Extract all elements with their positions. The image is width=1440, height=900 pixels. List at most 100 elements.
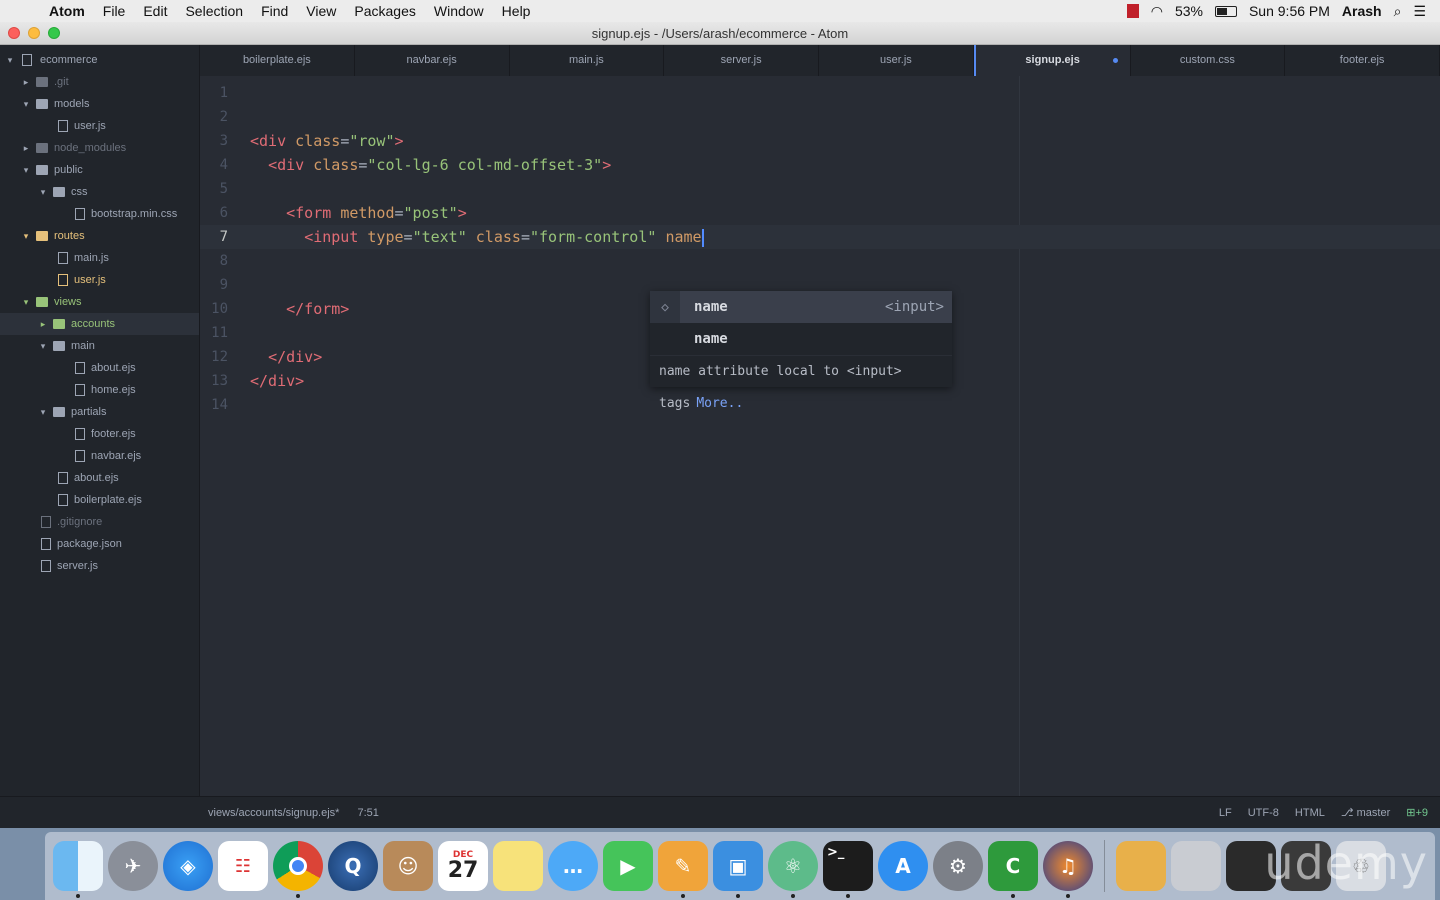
- tab-server-js[interactable]: server.js: [664, 45, 819, 76]
- pages-icon[interactable]: ✎: [658, 841, 708, 898]
- tree-item-navbar-ejs[interactable]: navbar.ejs: [0, 445, 199, 467]
- app-store-icon[interactable]: A: [878, 841, 928, 891]
- messages-icon[interactable]: …: [548, 841, 598, 891]
- menu-file[interactable]: File: [94, 0, 135, 22]
- code-line[interactable]: 4 <div class="col-lg-6 col-md-offset-3">: [200, 153, 1440, 177]
- more-link[interactable]: More..: [696, 396, 743, 411]
- code-line[interactable]: 1: [200, 81, 1440, 105]
- tree-item-node-modules[interactable]: ▸ node_modules: [0, 137, 199, 159]
- modified-indicator-icon[interactable]: [1112, 58, 1118, 63]
- chevron-right-icon[interactable]: ▸: [20, 143, 32, 154]
- code-line-current[interactable]: 7 <input type="text" class="form-control…: [200, 225, 1440, 249]
- menu-view[interactable]: View: [297, 0, 345, 22]
- wifi-icon[interactable]: ◠: [1151, 3, 1163, 20]
- file-path[interactable]: views/accounts/signup.ejs*: [208, 807, 339, 819]
- menu-window[interactable]: Window: [425, 0, 493, 22]
- tree-item-boilerplate-ejs[interactable]: boilerplate.ejs: [0, 489, 199, 511]
- chevron-down-icon[interactable]: ▾: [20, 297, 32, 308]
- user-menu[interactable]: Arash: [1342, 3, 1382, 19]
- tree-item-partials[interactable]: ▾ partials: [0, 401, 199, 423]
- chevron-right-icon[interactable]: ▸: [20, 77, 32, 88]
- tree-item-models-user-js[interactable]: user.js: [0, 115, 199, 137]
- code-line[interactable]: 6 <form method="post">: [200, 201, 1440, 225]
- chevron-down-icon[interactable]: ▾: [37, 341, 49, 352]
- chevron-down-icon[interactable]: ▾: [4, 55, 16, 66]
- autocomplete-suggestion[interactable]: name: [650, 323, 952, 355]
- menu-selection[interactable]: Selection: [176, 0, 252, 22]
- battery-icon[interactable]: [1214, 5, 1237, 17]
- code-line[interactable]: 8: [200, 249, 1440, 273]
- tab-boilerplate-ejs[interactable]: boilerplate.ejs: [200, 45, 355, 76]
- tree-item-accounts[interactable]: ▸ accounts: [0, 313, 199, 335]
- tree-item-main[interactable]: ▾ main: [0, 335, 199, 357]
- menu-packages[interactable]: Packages: [345, 0, 424, 22]
- code-line[interactable]: 5: [200, 177, 1440, 201]
- tree-item-home-ejs[interactable]: home.ejs: [0, 379, 199, 401]
- grammar[interactable]: HTML: [1295, 807, 1325, 819]
- tab-main-js[interactable]: main.js: [510, 45, 665, 76]
- menu-help[interactable]: Help: [493, 0, 540, 22]
- safari-icon[interactable]: ◈: [163, 841, 213, 891]
- chevron-down-icon[interactable]: ▾: [37, 407, 49, 418]
- tree-item-css[interactable]: ▾ css: [0, 181, 199, 203]
- audacity-icon[interactable]: ♫: [1043, 841, 1093, 898]
- facetime-icon[interactable]: ▶: [603, 841, 653, 891]
- app-grid-icon[interactable]: ☷: [218, 841, 268, 891]
- tree-item-gitignore[interactable]: .gitignore: [0, 511, 199, 533]
- encoding[interactable]: UTF-8: [1248, 807, 1279, 819]
- tree-item-views[interactable]: ▾ views: [0, 291, 199, 313]
- finder-icon[interactable]: [53, 841, 103, 898]
- chevron-down-icon[interactable]: ▾: [20, 99, 32, 110]
- tab-user-js[interactable]: user.js: [819, 45, 974, 76]
- close-window-button[interactable]: [8, 27, 20, 39]
- quicktime-icon[interactable]: Q: [328, 841, 378, 891]
- git-branch[interactable]: ⎇ master: [1341, 806, 1390, 819]
- terminal-icon[interactable]: >_: [823, 841, 873, 898]
- menu-find[interactable]: Find: [252, 0, 297, 22]
- atom-icon[interactable]: ⚛: [768, 841, 818, 898]
- code-editor[interactable]: 1 2 3 <div class="row"> 4 <div class="col…: [200, 76, 1440, 796]
- tab-signup-ejs[interactable]: signup.ejs: [973, 45, 1131, 76]
- chrome-icon[interactable]: [273, 841, 323, 898]
- code-line[interactable]: 14: [200, 393, 1440, 417]
- calendar-icon[interactable]: DEC 27: [438, 841, 488, 891]
- system-preferences-icon[interactable]: ⚙: [933, 841, 983, 891]
- stack-folder-icon[interactable]: [1116, 841, 1166, 891]
- autocomplete-suggestion[interactable]: ◇ name <input>: [650, 291, 952, 323]
- tree-root[interactable]: ▾ ecommerce: [0, 49, 199, 71]
- menu-edit[interactable]: Edit: [134, 0, 176, 22]
- chevron-down-icon[interactable]: ▾: [20, 231, 32, 242]
- notes-icon[interactable]: [493, 841, 543, 891]
- git-diff[interactable]: ⊞+9: [1406, 806, 1428, 819]
- launchpad-icon[interactable]: ✈: [108, 841, 158, 891]
- tree-item-routes-main-js[interactable]: main.js: [0, 247, 199, 269]
- spotlight-search-icon[interactable]: ⌕: [1394, 3, 1402, 20]
- zoom-window-button[interactable]: [48, 27, 60, 39]
- keynote-icon[interactable]: ▣: [713, 841, 763, 898]
- chevron-down-icon[interactable]: ▾: [37, 187, 49, 198]
- tree-item-routes[interactable]: ▾ routes: [0, 225, 199, 247]
- code-line[interactable]: 3 <div class="row">: [200, 129, 1440, 153]
- tab-footer-ejs[interactable]: footer.ejs: [1285, 45, 1440, 76]
- chevron-down-icon[interactable]: ▾: [20, 165, 32, 176]
- tree-item-views-about-ejs[interactable]: about.ejs: [0, 467, 199, 489]
- contacts-icon[interactable]: ☺: [383, 841, 433, 891]
- tree-item-git[interactable]: ▸ .git: [0, 71, 199, 93]
- chevron-right-icon[interactable]: ▸: [37, 319, 49, 330]
- tree-item-public[interactable]: ▾ public: [0, 159, 199, 181]
- menu-app[interactable]: Atom: [40, 0, 94, 22]
- tree-item-models[interactable]: ▾ models: [0, 93, 199, 115]
- tree-item-package-json[interactable]: package.json: [0, 533, 199, 555]
- tree-item-routes-user-js[interactable]: user.js: [0, 269, 199, 291]
- camtasia-icon[interactable]: C: [988, 841, 1038, 898]
- minimized-window-icon[interactable]: [1171, 841, 1221, 891]
- line-ending[interactable]: LF: [1219, 807, 1232, 819]
- recording-status-icon[interactable]: [1126, 4, 1139, 18]
- tree-item-server-js[interactable]: server.js: [0, 555, 199, 577]
- notification-center-icon[interactable]: ☰: [1413, 3, 1426, 20]
- minimize-window-button[interactable]: [28, 27, 40, 39]
- clock[interactable]: Sun 9:56 PM: [1249, 3, 1330, 19]
- tree-item-footer-ejs[interactable]: footer.ejs: [0, 423, 199, 445]
- tree-item-main-about-ejs[interactable]: about.ejs: [0, 357, 199, 379]
- tab-navbar-ejs[interactable]: navbar.ejs: [355, 45, 510, 76]
